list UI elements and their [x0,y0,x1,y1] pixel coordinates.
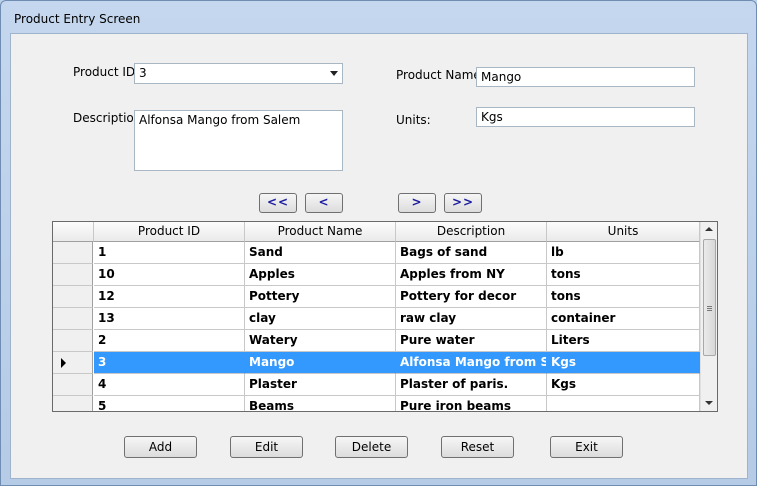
row-header[interactable] [53,308,93,330]
cell-product-name[interactable]: Watery [245,330,396,352]
cell-product-name[interactable]: clay [245,308,396,330]
reset-button-label: Reset [460,440,495,454]
table-row[interactable]: 10 Apples Apples from NY tons [53,264,700,286]
previous-record-button[interactable]: < [305,193,343,213]
column-header-units[interactable]: Units [547,222,700,242]
cell-description[interactable]: Apples from NY [396,264,547,286]
cell-units[interactable]: tons [547,286,700,308]
description-textarea[interactable]: Alfonsa Mango from Salem [134,110,343,171]
cell-units[interactable]: Liters [547,330,700,352]
window-title: Product Entry Screen [14,12,141,26]
row-header[interactable] [53,286,93,308]
cell-product-name[interactable]: Mango [245,352,396,374]
column-header-description[interactable]: Description [396,222,547,242]
cell-units[interactable]: tons [547,264,700,286]
cell-product-name[interactable]: Plaster [245,374,396,396]
cell-units[interactable]: Kgs [547,352,700,374]
title-bar[interactable]: Product Entry Screen [1,1,756,33]
cell-product-id[interactable]: 5 [94,396,245,411]
next-record-button[interactable]: > [398,193,436,213]
product-id-value: 3 [139,66,147,80]
first-record-button[interactable]: << [259,193,297,213]
cell-description[interactable]: Pure iron beams [396,396,547,411]
cell-description[interactable]: Pottery for decor [396,286,547,308]
cell-product-id[interactable]: 13 [94,308,245,330]
cell-product-id[interactable]: 2 [94,330,245,352]
exit-button[interactable]: Exit [550,436,623,458]
row-header[interactable] [53,396,93,411]
cell-description[interactable]: raw clay [396,308,547,330]
products-grid[interactable]: Product ID Product Name Description Unit… [52,221,718,412]
product-entry-window: Product Entry Screen Product ID: 3 Produ… [0,0,757,486]
table-row[interactable]: 12 Pottery Pottery for decor tons [53,286,700,308]
cell-product-id[interactable]: 10 [94,264,245,286]
table-row[interactable]: 13 clay raw clay container [53,308,700,330]
delete-button[interactable]: Delete [335,436,408,458]
column-header-product-id[interactable]: Product ID [94,222,245,242]
cell-units[interactable]: lb [547,242,700,264]
scroll-down-arrow-icon[interactable] [705,401,713,405]
cell-product-id[interactable]: 12 [94,286,245,308]
cell-product-name[interactable]: Pottery [245,286,396,308]
scroll-up-arrow-icon[interactable] [705,227,713,231]
cell-product-name[interactable]: Sand [245,242,396,264]
table-row[interactable]: 4 Plaster Plaster of paris. Kgs [53,374,700,396]
grid-corner-header [53,222,94,242]
row-header[interactable] [53,374,93,396]
product-id-label: Product ID: [73,65,140,79]
cell-description[interactable]: Pure water [396,330,547,352]
chevron-down-icon[interactable] [330,71,338,76]
cell-description[interactable]: Plaster of paris. [396,374,547,396]
row-header[interactable] [53,242,93,264]
table-row[interactable]: 5 Beams Pure iron beams [53,396,700,411]
product-name-input[interactable]: Mango [476,67,695,87]
reset-button[interactable]: Reset [441,436,514,458]
exit-button-label: Exit [575,440,598,454]
cell-units[interactable]: container [547,308,700,330]
units-label: Units: [396,113,431,127]
vertical-scrollbar[interactable] [700,222,717,411]
scrollbar-thumb[interactable] [703,239,716,356]
units-input[interactable]: Kgs [476,107,695,127]
last-record-button[interactable]: >> [444,193,482,213]
row-header[interactable] [53,264,93,286]
table-row[interactable]: 1 Sand Bags of sand lb [53,242,700,264]
current-row-arrow-icon [61,358,66,368]
product-name-label: Product Name: [396,68,485,82]
cell-product-name[interactable]: Apples [245,264,396,286]
table-row[interactable]: 3MangoAlfonsa Mango from Sa...Kgs [53,352,700,374]
cell-description[interactable]: Bags of sand [396,242,547,264]
table-row[interactable]: 2 Watery Pure water Liters [53,330,700,352]
column-header-product-name[interactable]: Product Name [245,222,396,242]
cell-product-id[interactable]: 4 [94,374,245,396]
add-button-label: Add [148,440,173,454]
cell-product-name[interactable]: Beams [245,396,396,411]
edit-button-label: Edit [254,440,279,454]
cell-product-id[interactable]: 1 [94,242,245,264]
cell-units[interactable]: Kgs [547,374,700,396]
product-id-combobox[interactable]: 3 [134,63,343,84]
add-button[interactable]: Add [124,436,197,458]
row-header[interactable] [53,352,93,374]
cell-units[interactable] [547,396,700,411]
cell-product-id[interactable]: 3 [94,352,245,374]
delete-button-label: Delete [351,440,392,454]
edit-button[interactable]: Edit [230,436,303,458]
row-header[interactable] [53,330,93,352]
cell-description[interactable]: Alfonsa Mango from Sa... [396,352,547,374]
